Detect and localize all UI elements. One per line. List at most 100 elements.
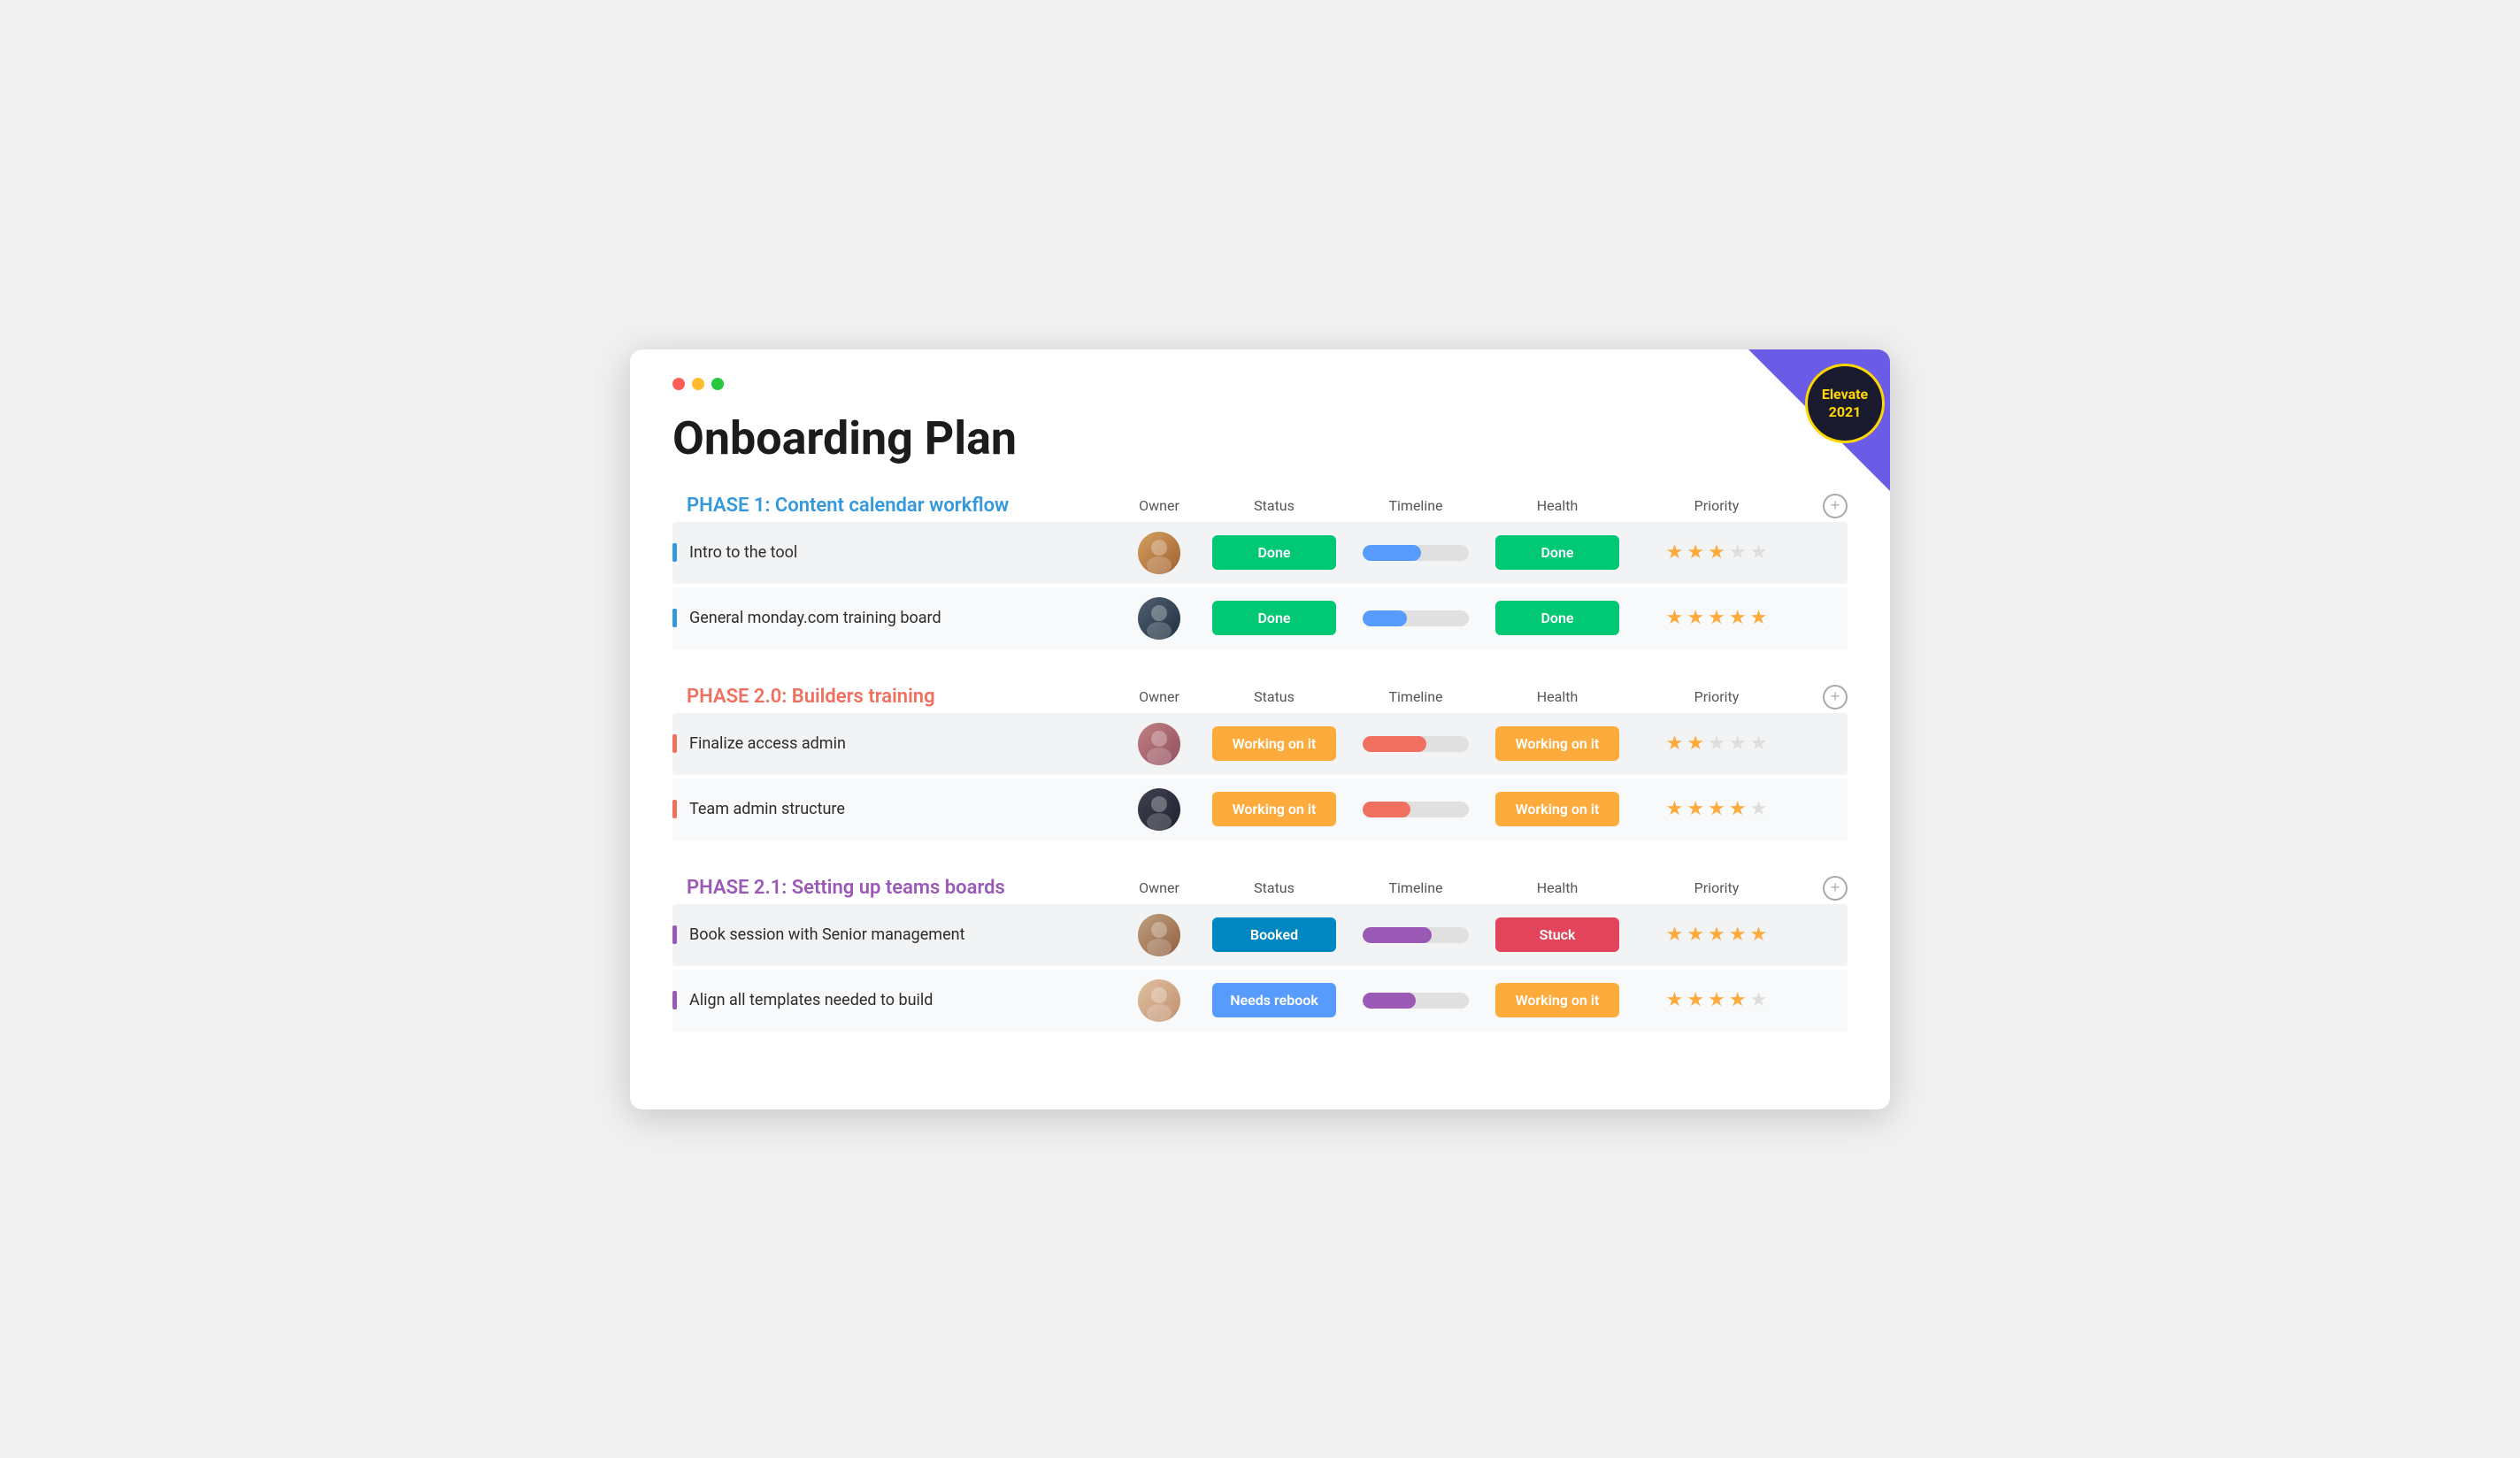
- col-header-status: Status: [1203, 688, 1345, 705]
- close-button[interactable]: [672, 378, 685, 390]
- col-header-status: Status: [1203, 879, 1345, 896]
- owner-cell: [1115, 597, 1203, 640]
- col-header-timeline: Timeline: [1345, 688, 1487, 705]
- health-badge[interactable]: Working on it: [1495, 792, 1619, 826]
- maximize-button[interactable]: [711, 378, 724, 390]
- priority-cell[interactable]: ★★★★★: [1628, 607, 1805, 629]
- star-filled-icon[interactable]: ★: [1666, 989, 1684, 1011]
- add-task-button[interactable]: +: [1823, 494, 1848, 518]
- health-badge[interactable]: Done: [1495, 601, 1619, 635]
- phase-section-phase2: PHASE 2.0: Builders trainingOwnerStatusT…: [672, 685, 1848, 840]
- page-title: Onboarding Plan: [672, 411, 1848, 465]
- health-cell[interactable]: Stuck: [1487, 917, 1628, 952]
- phase-title: PHASE 2.1: Setting up teams boards: [687, 877, 1115, 899]
- timeline-fill: [1363, 802, 1410, 817]
- health-cell[interactable]: Working on it: [1487, 983, 1628, 1017]
- star-empty-icon[interactable]: ★: [1750, 798, 1768, 820]
- status-badge[interactable]: Needs rebook: [1212, 983, 1336, 1017]
- minimize-button[interactable]: [692, 378, 704, 390]
- timeline-bar-container: [1363, 927, 1469, 943]
- star-filled-icon[interactable]: ★: [1708, 798, 1725, 820]
- star-filled-icon[interactable]: ★: [1729, 989, 1747, 1011]
- owner-cell: [1115, 788, 1203, 831]
- star-empty-icon[interactable]: ★: [1729, 733, 1747, 755]
- star-filled-icon[interactable]: ★: [1666, 733, 1684, 755]
- status-badge[interactable]: Working on it: [1212, 726, 1336, 761]
- phase-color-bar: [672, 609, 677, 627]
- star-filled-icon[interactable]: ★: [1686, 607, 1704, 629]
- timeline-fill: [1363, 993, 1416, 1009]
- task-name-cell: Intro to the tool: [672, 533, 1115, 572]
- status-cell[interactable]: Working on it: [1203, 792, 1345, 826]
- status-badge[interactable]: Booked: [1212, 917, 1336, 952]
- avatar: [1138, 788, 1180, 831]
- task-name-cell: Align all templates needed to build: [672, 980, 1115, 1020]
- timeline-cell: [1345, 802, 1487, 817]
- status-cell[interactable]: Done: [1203, 601, 1345, 635]
- star-filled-icon[interactable]: ★: [1750, 924, 1768, 946]
- add-task-button[interactable]: +: [1823, 685, 1848, 710]
- health-badge[interactable]: Working on it: [1495, 983, 1619, 1017]
- status-badge[interactable]: Done: [1212, 601, 1336, 635]
- star-filled-icon[interactable]: ★: [1708, 541, 1725, 564]
- col-header-priority: Priority: [1628, 497, 1805, 514]
- star-filled-icon[interactable]: ★: [1729, 924, 1747, 946]
- col-header-health: Health: [1487, 497, 1628, 514]
- health-badge[interactable]: Working on it: [1495, 726, 1619, 761]
- status-cell[interactable]: Needs rebook: [1203, 983, 1345, 1017]
- star-filled-icon[interactable]: ★: [1686, 989, 1704, 1011]
- table-row: General monday.com training board Done Do…: [672, 587, 1848, 649]
- health-cell[interactable]: Done: [1487, 535, 1628, 570]
- star-filled-icon[interactable]: ★: [1750, 607, 1768, 629]
- star-empty-icon[interactable]: ★: [1729, 541, 1747, 564]
- priority-cell[interactable]: ★★★★★: [1628, 798, 1805, 820]
- status-cell[interactable]: Booked: [1203, 917, 1345, 952]
- star-empty-icon[interactable]: ★: [1750, 733, 1768, 755]
- status-badge[interactable]: Working on it: [1212, 792, 1336, 826]
- star-filled-icon[interactable]: ★: [1708, 989, 1725, 1011]
- owner-cell: [1115, 723, 1203, 765]
- status-badge[interactable]: Done: [1212, 535, 1336, 570]
- timeline-bar-container: [1363, 993, 1469, 1009]
- status-cell[interactable]: Working on it: [1203, 726, 1345, 761]
- star-empty-icon[interactable]: ★: [1708, 733, 1725, 755]
- phase-section-phase1: PHASE 1: Content calendar workflowOwnerS…: [672, 494, 1848, 649]
- column-headers: PHASE 2.0: Builders trainingOwnerStatusT…: [672, 685, 1848, 710]
- star-filled-icon[interactable]: ★: [1686, 924, 1704, 946]
- priority-cell[interactable]: ★★★★★: [1628, 733, 1805, 755]
- phase-title: PHASE 1: Content calendar workflow: [687, 495, 1115, 517]
- add-task-button[interactable]: +: [1823, 876, 1848, 901]
- priority-cell[interactable]: ★★★★★: [1628, 924, 1805, 946]
- health-badge[interactable]: Done: [1495, 535, 1619, 570]
- star-filled-icon[interactable]: ★: [1708, 607, 1725, 629]
- table-row: Align all templates needed to build Need…: [672, 970, 1848, 1032]
- task-name-label: Team admin structure: [689, 800, 845, 818]
- avatar: [1138, 597, 1180, 640]
- star-filled-icon[interactable]: ★: [1666, 798, 1684, 820]
- star-filled-icon[interactable]: ★: [1666, 541, 1684, 564]
- col-header-owner: Owner: [1115, 688, 1203, 705]
- status-cell[interactable]: Done: [1203, 535, 1345, 570]
- avatar: [1138, 979, 1180, 1022]
- priority-cell[interactable]: ★★★★★: [1628, 989, 1805, 1011]
- health-cell[interactable]: Done: [1487, 601, 1628, 635]
- priority-cell[interactable]: ★★★★★: [1628, 541, 1805, 564]
- star-filled-icon[interactable]: ★: [1686, 541, 1704, 564]
- star-filled-icon[interactable]: ★: [1729, 607, 1747, 629]
- health-badge[interactable]: Stuck: [1495, 917, 1619, 952]
- health-cell[interactable]: Working on it: [1487, 792, 1628, 826]
- star-filled-icon[interactable]: ★: [1686, 733, 1704, 755]
- col-header-health: Health: [1487, 879, 1628, 896]
- phase-section-phase21: PHASE 2.1: Setting up teams boardsOwnerS…: [672, 876, 1848, 1032]
- star-filled-icon[interactable]: ★: [1729, 798, 1747, 820]
- star-filled-icon[interactable]: ★: [1708, 924, 1725, 946]
- star-empty-icon[interactable]: ★: [1750, 989, 1768, 1011]
- star-filled-icon[interactable]: ★: [1686, 798, 1704, 820]
- col-header-status: Status: [1203, 497, 1345, 514]
- task-name-label: General monday.com training board: [689, 609, 941, 627]
- health-cell[interactable]: Working on it: [1487, 726, 1628, 761]
- star-filled-icon[interactable]: ★: [1666, 607, 1684, 629]
- star-filled-icon[interactable]: ★: [1666, 924, 1684, 946]
- star-empty-icon[interactable]: ★: [1750, 541, 1768, 564]
- task-name-label: Finalize access admin: [689, 734, 846, 753]
